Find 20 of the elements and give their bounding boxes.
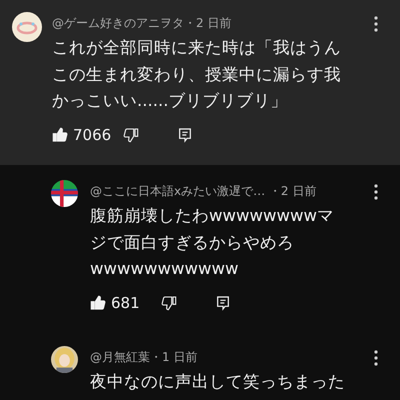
reply-icon[interactable] xyxy=(177,126,193,143)
avatar xyxy=(51,346,78,373)
more-options-icon[interactable] xyxy=(374,184,378,200)
thumbs-down-icon[interactable] xyxy=(123,126,139,143)
comment-text: 夜中なのに声出して笑っちまった xyxy=(90,371,346,393)
more-options-icon[interactable] xyxy=(374,16,378,32)
thumbs-up-icon[interactable] xyxy=(90,294,106,311)
reply-icon[interactable] xyxy=(215,294,231,311)
comment-meta: @ここに日本語xみたい激遅で… ・2 日前 xyxy=(90,183,316,200)
comment-meta: @ゲーム好きのアニヲタ・2 日前 xyxy=(52,15,232,32)
thumbs-up-icon[interactable] xyxy=(52,126,68,143)
thumbs-down-icon[interactable] xyxy=(161,294,177,311)
comment-meta: @月無紅葉・1 日前 xyxy=(90,349,198,366)
comment-text: これが全部同時に来た時は「我はうん この生まれ変わり、授業中に漏らす我 かっこいい......ブリブリブリ」 xyxy=(52,37,342,112)
more-options-icon[interactable] xyxy=(374,350,378,366)
like-count: 7066 xyxy=(73,124,112,146)
avatar xyxy=(51,180,78,207)
avatar xyxy=(12,12,42,42)
like-count: 681 xyxy=(111,292,141,314)
comment-text: 腹筋崩壊したわwwwwwwwwマ ジで面白すぎるからやめろ wwwwwwwwwww xyxy=(90,205,335,280)
